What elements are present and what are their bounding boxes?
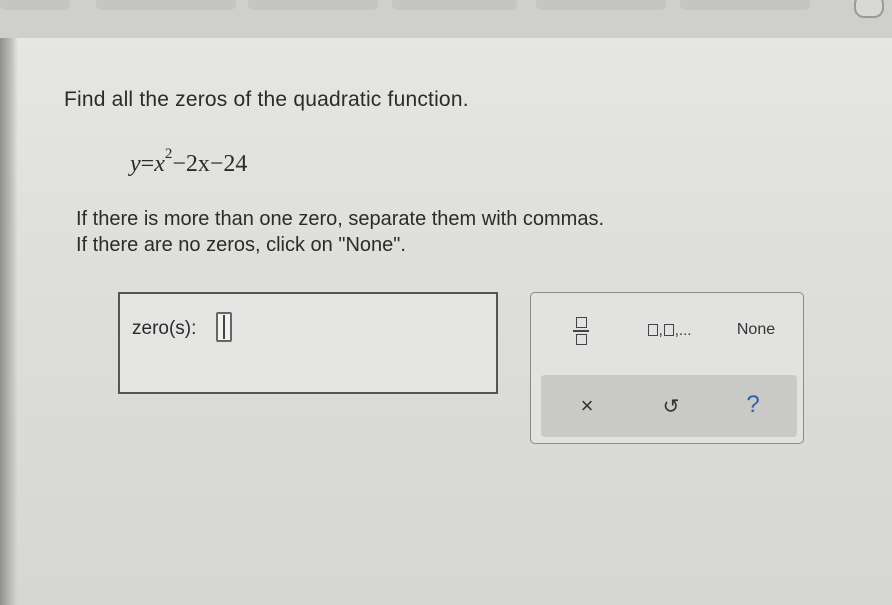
equation-lhs: y: [130, 151, 141, 177]
tab[interactable]: [0, 0, 70, 10]
list-ellipsis: ...: [678, 321, 692, 339]
corner-menu-icon[interactable]: [854, 0, 884, 18]
left-edge-shadow: [0, 38, 18, 605]
math-keypad: ,,... None × ↺ ?: [530, 292, 804, 444]
equation-exponent: 2: [164, 146, 173, 162]
list-box-icon: [647, 324, 658, 336]
instructions: If there is more than one zero, separate…: [76, 206, 604, 258]
help-button[interactable]: ?: [733, 385, 773, 425]
tab[interactable]: [96, 0, 236, 10]
fraction-denominator-box: [575, 333, 587, 345]
tab[interactable]: [392, 0, 517, 10]
equation-equals: =: [140, 151, 155, 177]
zeros-input[interactable]: [216, 312, 232, 342]
equation-base: x: [154, 151, 165, 177]
fraction-button[interactable]: [561, 309, 601, 353]
tab[interactable]: [680, 0, 810, 10]
quadratic-equation: y=x2−2x−24: [130, 146, 248, 178]
question-prompt: Find all the zeros of the quadratic func…: [64, 88, 469, 111]
clear-button[interactable]: ×: [567, 389, 607, 423]
fraction-numerator-box: [575, 317, 587, 329]
equation-rest: −2x−24: [172, 151, 248, 177]
tab[interactable]: [248, 0, 378, 10]
answer-label: zero(s):: [132, 318, 197, 339]
browser-top-strip: [0, 0, 892, 38]
none-button[interactable]: None: [721, 313, 791, 347]
undo-button[interactable]: ↺: [651, 389, 691, 423]
tab[interactable]: [536, 0, 666, 10]
instruction-line-1: If there is more than one zero, separate…: [76, 208, 605, 230]
keypad-action-row: × ↺ ?: [541, 375, 797, 437]
instruction-line-2: If there are no zeros, click on "None".: [76, 234, 406, 256]
list-button[interactable]: ,,...: [629, 313, 709, 347]
fraction-bar: [573, 330, 589, 332]
list-box-icon: [663, 324, 674, 336]
list-comma: ,: [658, 321, 663, 339]
answer-box: zero(s):: [118, 292, 498, 394]
